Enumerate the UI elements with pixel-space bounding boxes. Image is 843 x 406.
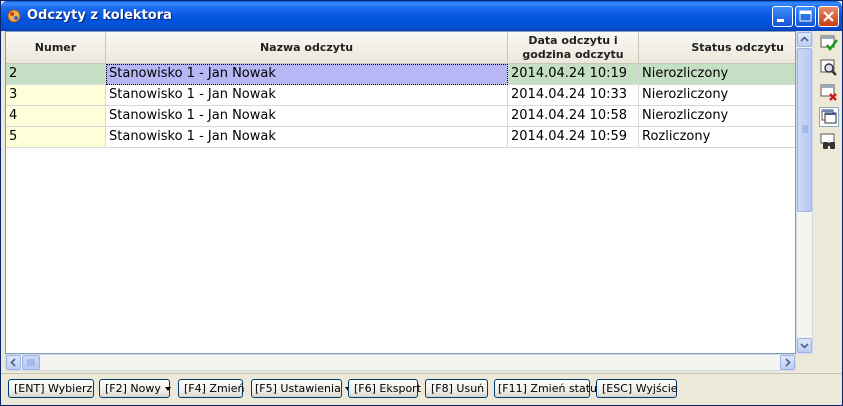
button-label: [F11] Zmień status — [498, 382, 603, 395]
wybierz-button[interactable]: [ENT] Wybierz — [8, 379, 94, 398]
button-label: [F8] Usuń — [431, 382, 485, 395]
column-header-numer[interactable]: Numer — [6, 32, 106, 64]
cell-data[interactable]: 2014.04.24 10:58 — [508, 106, 639, 127]
side-toolbar — [816, 31, 842, 371]
vertical-scroll-thumb[interactable] — [797, 48, 812, 212]
column-header-data[interactable]: Data odczytu i godzina odczytu — [508, 32, 639, 64]
column-header-label: Status odczytu — [691, 40, 784, 54]
binoculars-search-icon — [820, 133, 835, 149]
scroll-left-button[interactable] — [6, 355, 21, 370]
cell-data[interactable]: 2014.04.24 10:59 — [508, 127, 639, 148]
button-label: [F6] Eksport — [354, 382, 422, 395]
zmien-status-button[interactable]: [F11] Zmień status — [494, 379, 603, 398]
cell-nazwa[interactable]: Stanowisko 1 - Jan Nowak — [106, 85, 508, 106]
button-label: [F2] Nowy — [105, 382, 161, 395]
column-header-status[interactable]: Status odczytu — [639, 32, 795, 64]
horizontal-scrollbar[interactable] — [5, 354, 796, 371]
cell-numer[interactable]: 3 — [6, 85, 106, 106]
bottom-button-bar: [ENT] Wybierz [F2] Nowy [F4] Zmień [F5] … — [1, 373, 842, 404]
usun-button[interactable]: [F8] Usuń — [425, 379, 488, 398]
cell-numer[interactable]: 4 — [6, 106, 106, 127]
wyjscie-button[interactable]: [ESC] Wyjście — [596, 379, 678, 398]
search-button[interactable] — [819, 132, 839, 152]
cell-status[interactable]: Nierozliczony — [639, 106, 795, 127]
vertical-scrollbar[interactable] — [796, 31, 813, 354]
cell-nazwa[interactable]: Stanowisko 1 - Jan Nowak — [106, 106, 508, 127]
zmien-button[interactable]: [F4] Zmień — [178, 379, 245, 398]
cell-nazwa[interactable]: Stanowisko 1 - Jan Nowak — [106, 127, 508, 148]
cell-numer[interactable]: 2 — [6, 64, 106, 85]
chevron-up-icon — [800, 36, 809, 42]
minimize-icon — [777, 19, 784, 22]
column-header-label: Nazwa odczytu — [259, 40, 354, 54]
scroll-right-button[interactable] — [780, 355, 795, 370]
table-row[interactable]: 2 Stanowisko 1 - Jan Nowak 2014.04.24 10… — [6, 64, 795, 85]
button-label: [ESC] Wyjście — [602, 382, 678, 395]
button-label: [ENT] Wybierz — [14, 382, 93, 395]
window-title: Odczyty z kolektora — [27, 8, 172, 23]
table-row[interactable]: 4 Stanowisko 1 - Jan Nowak 2014.04.24 10… — [6, 106, 795, 127]
column-header-label-line2: godzina odczytu — [522, 47, 624, 61]
chevron-right-icon — [785, 358, 791, 367]
preview-magnifier-icon — [820, 59, 837, 76]
scroll-down-button[interactable] — [797, 338, 812, 353]
cell-numer[interactable]: 5 — [6, 127, 106, 148]
cell-nazwa[interactable]: Stanowisko 1 - Jan Nowak — [106, 64, 508, 85]
close-button[interactable] — [818, 6, 839, 27]
scroll-up-button[interactable] — [797, 32, 812, 47]
horizontal-scroll-thumb[interactable] — [22, 355, 40, 370]
column-header-label-line1: Data odczytu i — [528, 33, 618, 47]
delete-button[interactable] — [819, 83, 839, 103]
maximize-button[interactable] — [795, 6, 816, 27]
close-icon — [823, 11, 834, 22]
grip-icon — [27, 359, 35, 366]
select-check-button[interactable] — [819, 33, 839, 53]
nowy-dropdown-button[interactable]: [F2] Nowy — [99, 379, 171, 398]
chevron-left-icon — [10, 358, 16, 367]
preview-button[interactable] — [819, 58, 839, 78]
grip-icon — [802, 125, 808, 133]
app-window: Odczyty z kolektora Numer Nazwa odczytu — [0, 0, 843, 406]
button-label: [F4] Zmień — [184, 382, 245, 395]
select-check-icon — [820, 35, 838, 51]
title-bar[interactable]: Odczyty z kolektora — [1, 1, 842, 31]
chevron-down-icon — [800, 343, 809, 349]
readings-table: Numer Nazwa odczytu Data odczytu i godzi… — [5, 31, 796, 354]
cell-status[interactable]: Nierozliczony — [639, 64, 795, 85]
button-label: [F5] Ustawienia — [255, 382, 341, 395]
maximize-icon — [799, 10, 812, 22]
windows-layout-icon — [821, 109, 837, 124]
cell-data[interactable]: 2014.04.24 10:19 — [508, 64, 639, 85]
cell-status[interactable]: Nierozliczony — [639, 85, 795, 106]
column-header-nazwa[interactable]: Nazwa odczytu — [106, 32, 508, 64]
app-logo-icon — [6, 8, 22, 24]
delete-x-icon — [820, 84, 837, 101]
cell-data[interactable]: 2014.04.24 10:33 — [508, 85, 639, 106]
ustawienia-dropdown-button[interactable]: [F5] Ustawienia — [251, 379, 351, 398]
layout-button[interactable] — [819, 107, 839, 127]
cell-status[interactable]: Rozliczony — [639, 127, 795, 148]
table-row[interactable]: 5 Stanowisko 1 - Jan Nowak 2014.04.24 10… — [6, 127, 795, 148]
column-header-label: Numer — [34, 40, 77, 54]
minimize-button[interactable] — [772, 6, 793, 27]
table-row[interactable]: 3 Stanowisko 1 - Jan Nowak 2014.04.24 10… — [6, 85, 795, 106]
eksport-button[interactable]: [F6] Eksport — [348, 379, 422, 398]
dropdown-caret-icon — [164, 387, 171, 391]
